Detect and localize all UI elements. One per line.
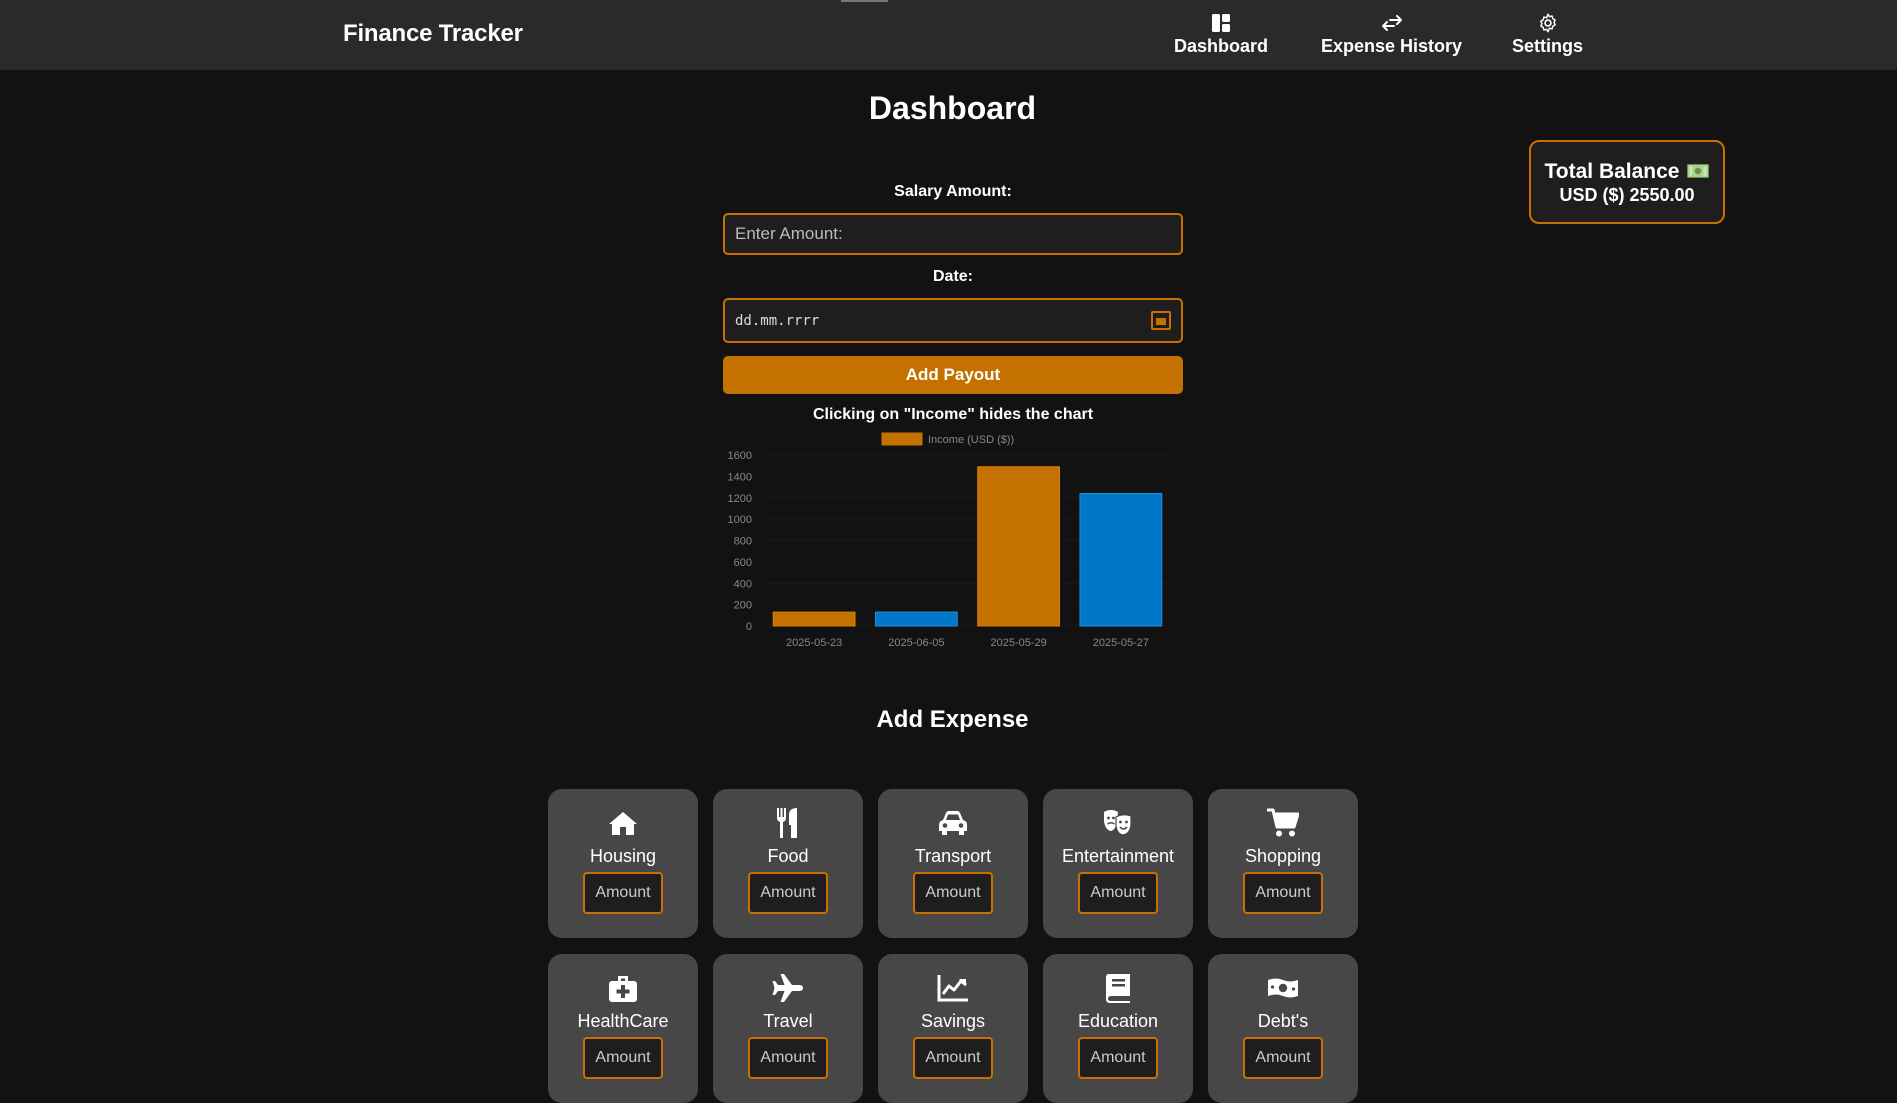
expense-card-education: Education Amount <box>1043 954 1193 1103</box>
expense-card-healthcare: HealthCare Amount <box>548 954 698 1103</box>
expense-amount-button[interactable]: Amount <box>1078 872 1158 914</box>
expense-amount-button[interactable]: Amount <box>583 1037 663 1079</box>
add-expense-title: Add Expense <box>876 706 1029 733</box>
money-bill-icon <box>1267 970 1299 1006</box>
chart-bar <box>1079 492 1163 627</box>
chart-x-tick: 2025-05-29 <box>990 637 1046 649</box>
total-balance-card: Total Balance USD ($) 2550.00 <box>1529 140 1725 224</box>
cart-icon <box>1267 805 1299 841</box>
chart-y-tick: 1600 <box>728 450 752 462</box>
nav-dashboard[interactable]: Dashboard <box>1174 12 1268 57</box>
app-title[interactable]: Finance Tracker <box>343 20 523 48</box>
car-icon <box>937 805 969 841</box>
chart-y-tick: 400 <box>734 578 752 590</box>
masks-theater-icon <box>1102 805 1134 841</box>
nav-settings[interactable]: Settings <box>1512 12 1583 57</box>
expense-category-label: Food <box>767 846 809 866</box>
expense-card-debts: Debt's Amount <box>1208 954 1358 1103</box>
book-icon <box>1105 970 1131 1006</box>
expense-category-label: Shopping <box>1244 846 1322 866</box>
nav-settings-label: Settings <box>1512 36 1584 56</box>
chart-bar <box>772 611 856 627</box>
top-navbar: Finance Tracker Dashboard Expense Histor… <box>0 0 1897 70</box>
chart-y-tick: 1400 <box>728 471 752 483</box>
calendar-icon[interactable] <box>1151 311 1171 330</box>
total-balance-title: Total Balance <box>1544 160 1680 183</box>
expense-card-food: Food Amount <box>713 789 863 938</box>
expense-card-shopping: Shopping Amount <box>1208 789 1358 938</box>
expense-amount-button[interactable]: Amount <box>748 872 828 914</box>
utensils-icon <box>775 805 801 841</box>
transfer-icon <box>1381 12 1403 34</box>
add-payout-button[interactable]: Add Payout <box>723 356 1183 394</box>
date-input[interactable]: dd.mm.rrrr <box>723 298 1183 343</box>
chart-x-tick: 2025-05-23 <box>786 637 842 649</box>
page-title: Dashboard <box>868 90 1037 126</box>
money-bill-icon <box>1687 160 1710 184</box>
chart-y-tick: 1000 <box>728 514 752 526</box>
medical-kit-icon <box>608 970 638 1006</box>
nav-dashboard-label: Dashboard <box>1174 36 1269 56</box>
expense-category-label: HealthCare <box>577 1011 669 1031</box>
chart-bar <box>977 466 1061 627</box>
expense-category-label: Travel <box>763 1011 813 1031</box>
expense-card-housing: Housing Amount <box>548 789 698 938</box>
chart-hint-text: Clicking on "Income" hides the chart <box>812 406 1094 423</box>
nav-accent-line <box>841 0 888 2</box>
expense-category-label: Entertainment <box>1061 846 1175 866</box>
chart-y-tick: 0 <box>746 621 752 633</box>
expense-amount-button[interactable]: Amount <box>1078 1037 1158 1079</box>
expense-card-savings: Savings Amount <box>878 954 1028 1103</box>
chart-y-tick: 1200 <box>728 493 752 505</box>
gear-icon <box>1537 12 1559 34</box>
expense-amount-button[interactable]: Amount <box>1243 872 1323 914</box>
expense-amount-button[interactable]: Amount <box>748 1037 828 1079</box>
salary-amount-input[interactable]: Enter Amount: <box>723 213 1183 255</box>
expense-category-label: Housing <box>589 846 657 866</box>
salary-amount-label: Salary Amount: <box>894 183 1012 200</box>
chart-y-tick: 200 <box>734 600 752 612</box>
date-label: Date: <box>932 268 973 285</box>
nav-expense-history-label: Expense History <box>1321 36 1463 56</box>
chart-bar <box>874 611 958 627</box>
chart-legend-swatch[interactable] <box>881 432 923 446</box>
nav-expense-history[interactable]: Expense History <box>1321 12 1462 57</box>
expense-category-label: Education <box>1077 1011 1159 1031</box>
house-icon <box>608 805 638 841</box>
expense-category-label: Savings <box>920 1011 986 1031</box>
total-balance-value: USD ($) 2550.00 <box>1559 185 1695 205</box>
expense-card-travel: Travel Amount <box>713 954 863 1103</box>
plane-icon <box>772 970 804 1006</box>
expense-card-entertainment: Entertainment Amount <box>1043 789 1193 938</box>
chart-x-tick: 2025-06-05 <box>888 637 944 649</box>
date-placeholder: dd.mm.rrrr <box>735 312 820 329</box>
expense-category-label: Debt's <box>1257 1011 1309 1031</box>
expense-amount-button[interactable]: Amount <box>913 872 993 914</box>
expense-category-label: Transport <box>914 846 992 866</box>
expense-card-transport: Transport Amount <box>878 789 1028 938</box>
expense-amount-button[interactable]: Amount <box>913 1037 993 1079</box>
chart-line-icon <box>937 970 969 1006</box>
chart-legend-label: Income (USD ($)) <box>928 434 1014 446</box>
expense-amount-button[interactable]: Amount <box>583 872 663 914</box>
dashboard-icon <box>1212 12 1231 34</box>
chart-y-tick: 600 <box>734 557 752 569</box>
chart-x-tick: 2025-05-27 <box>1093 637 1149 649</box>
expense-amount-button[interactable]: Amount <box>1243 1037 1323 1079</box>
income-chart: Income (USD ($)) 0 200 400 600 800 1000 1200 140… <box>728 432 1172 649</box>
chart-y-tick: 800 <box>734 536 752 548</box>
